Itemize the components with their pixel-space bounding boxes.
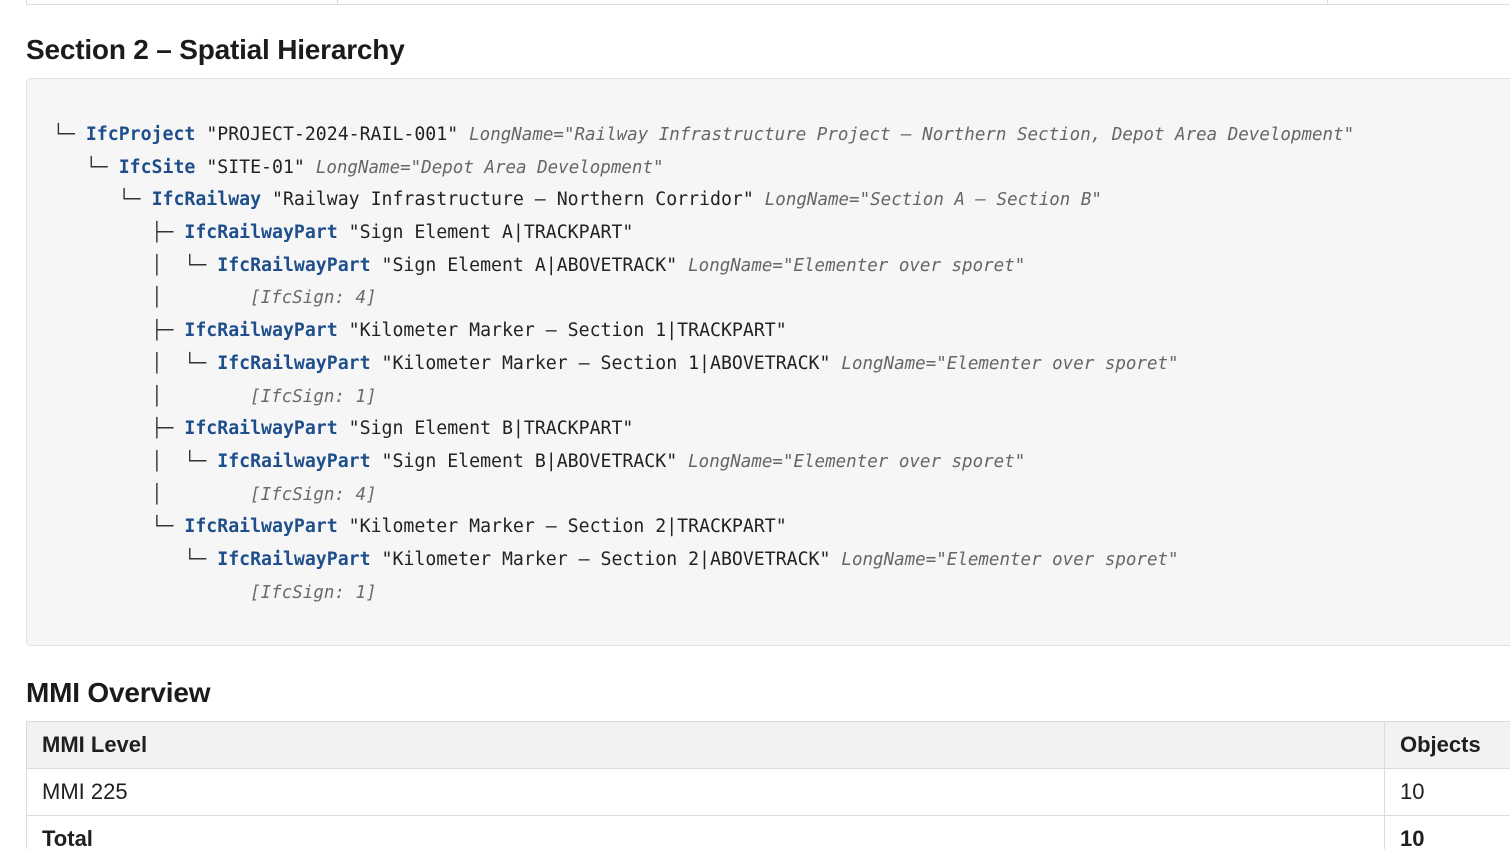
total-row: Total 10 xyxy=(26,815,1510,849)
child-count: [IfcSign: 1] xyxy=(250,386,377,407)
previous-table-divider xyxy=(1327,0,1328,4)
ifc-entity-type: IfcSite xyxy=(118,156,196,178)
mmi-heading: MMI Overview xyxy=(26,677,211,708)
tree-node: │ [IfcSign: 1] xyxy=(53,381,1354,414)
ifc-entity-type: IfcRailwayPart xyxy=(184,516,338,538)
entity-longname: LongName="Elementer over sporet" xyxy=(688,255,1026,276)
total-label-cell: Total xyxy=(26,815,1385,849)
ifc-entity-type: IfcRailway xyxy=(151,189,262,211)
entity-name: "SITE-01" xyxy=(206,156,305,178)
entity-longname: LongName="Elementer over sporet" xyxy=(841,549,1179,570)
tree-node: │ [IfcSign: 4] xyxy=(53,282,1354,315)
previous-table-edge xyxy=(26,0,1510,5)
tree-node: └─ IfcRailwayPart "Kilometer Marker – Se… xyxy=(53,544,1354,577)
tree-node: └─ IfcRailwayPart "Kilometer Marker – Se… xyxy=(53,511,1354,544)
section-heading: Section 2 – Spatial Hierarchy xyxy=(26,34,405,65)
previous-table-divider xyxy=(337,0,338,4)
child-count: [IfcSign: 4] xyxy=(250,484,377,505)
tree-node: ├─ IfcRailwayPart "Kilometer Marker – Se… xyxy=(53,315,1354,348)
tree-guide-lines: │ xyxy=(53,385,251,407)
mmi-table: MMI Level Objects MMI 225 10 Total 10 xyxy=(26,721,1510,849)
tree-guide-lines: └─ xyxy=(53,156,119,178)
mmi-level-cell: MMI 225 xyxy=(26,768,1385,816)
entity-name: "PROJECT-2024-RAIL-001" xyxy=(206,124,459,145)
entity-longname: LongName="Railway Infrastructure Project… xyxy=(469,125,1355,145)
ifc-entity-type: IfcRailwayPart xyxy=(217,548,371,570)
entity-longname: LongName="Elementer over sporet" xyxy=(688,451,1026,472)
ifc-entity-type: IfcProject xyxy=(85,124,196,145)
entity-name: "Kilometer Marker – Section 2|ABOVETRACK… xyxy=(381,548,831,570)
tree-guide-lines: │ xyxy=(53,287,251,309)
tree-guide-lines: │ └─ xyxy=(53,352,218,374)
column-header-objects: Objects xyxy=(1384,721,1510,769)
tree-node: │ └─ IfcRailwayPart "Sign Element B|ABOV… xyxy=(53,446,1354,479)
table-row: MMI 225 10 xyxy=(26,768,1510,816)
tree-guide-lines: │ └─ xyxy=(53,450,218,472)
ifc-entity-type: IfcRailwayPart xyxy=(184,320,338,342)
objects-cell: 10 xyxy=(1384,768,1510,816)
ifc-entity-type: IfcRailwayPart xyxy=(217,254,371,276)
entity-name: "Sign Element B|ABOVETRACK" xyxy=(381,450,678,472)
entity-name: "Kilometer Marker – Section 1|ABOVETRACK… xyxy=(381,352,831,374)
tree-guide-lines: │ xyxy=(53,483,251,505)
tree-guide-lines: └─ xyxy=(53,189,152,211)
tree-node: │ └─ IfcRailwayPart "Kilometer Marker – … xyxy=(53,348,1354,381)
column-header-mmi-level: MMI Level xyxy=(26,721,1385,769)
entity-name: "Railway Infrastructure – Northern Corri… xyxy=(272,189,754,211)
tree-node: └─ IfcSite "SITE-01" LongName="Depot Are… xyxy=(53,152,1354,185)
tree-node: ├─ IfcRailwayPart "Sign Element A|TRACKP… xyxy=(53,217,1354,250)
tree-guide-lines: └─ xyxy=(53,548,218,570)
child-count: [IfcSign: 1] xyxy=(250,582,377,603)
tree-guide-lines: ├─ xyxy=(53,222,185,244)
tree-node: [IfcSign: 1] xyxy=(53,577,1354,610)
entity-name: "Sign Element A|ABOVETRACK" xyxy=(381,254,678,276)
ifc-entity-type: IfcRailwayPart xyxy=(217,352,371,374)
entity-name: "Kilometer Marker – Section 1|TRACKPART" xyxy=(348,320,787,342)
tree-guide-lines: │ └─ xyxy=(53,254,218,276)
table-header-row: MMI Level Objects xyxy=(26,721,1510,769)
tree-guide-lines: └─ xyxy=(53,124,86,145)
entity-name: "Sign Element B|TRACKPART" xyxy=(348,418,634,440)
tree-node: │ └─ IfcRailwayPart "Sign Element A|ABOV… xyxy=(53,250,1354,283)
entity-longname: LongName="Depot Area Development" xyxy=(315,157,664,178)
tree-node: └─ IfcRailway "Railway Infrastructure – … xyxy=(53,184,1354,217)
hierarchy-tree: └─ IfcProject "PROJECT-2024-RAIL-001" Lo… xyxy=(53,119,1354,609)
report-page: Section 2 – Spatial Hierarchy └─ IfcProj… xyxy=(0,0,1510,849)
tree-node: └─ IfcProject "PROJECT-2024-RAIL-001" Lo… xyxy=(53,119,1354,152)
spatial-hierarchy-code-block: └─ IfcProject "PROJECT-2024-RAIL-001" Lo… xyxy=(26,78,1510,646)
entity-name: "Sign Element A|TRACKPART" xyxy=(348,222,634,244)
tree-guide-lines: ├─ xyxy=(53,320,185,342)
tree-node: ├─ IfcRailwayPart "Sign Element B|TRACKP… xyxy=(53,413,1354,446)
entity-longname: LongName="Elementer over sporet" xyxy=(841,353,1179,374)
tree-node: │ [IfcSign: 4] xyxy=(53,479,1354,512)
child-count: [IfcSign: 4] xyxy=(250,288,377,309)
tree-guide-lines xyxy=(53,582,250,603)
entity-name: "Kilometer Marker – Section 2|TRACKPART" xyxy=(348,516,787,538)
tree-guide-lines: ├─ xyxy=(53,418,185,440)
ifc-entity-type: IfcRailwayPart xyxy=(184,418,338,440)
ifc-entity-type: IfcRailwayPart xyxy=(184,222,338,244)
total-value-cell: 10 xyxy=(1384,815,1510,849)
tree-guide-lines: └─ xyxy=(53,516,185,538)
entity-longname: LongName="Section A – Section B" xyxy=(764,190,1102,211)
ifc-entity-type: IfcRailwayPart xyxy=(217,450,371,472)
